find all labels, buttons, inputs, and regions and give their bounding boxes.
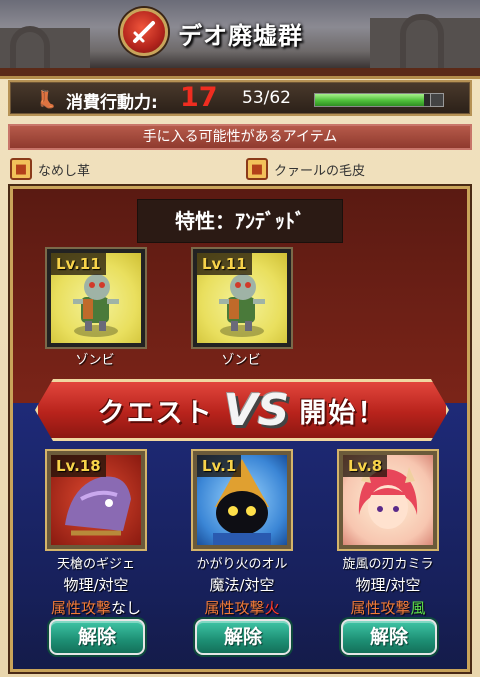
drop-item[interactable]: ■ クァールの毛皮: [246, 158, 365, 180]
party-name: 旋風の刃カミラ: [342, 557, 434, 572]
ruin-arch: [10, 26, 50, 68]
attribute-label: 属性攻撃: [204, 599, 265, 617]
party-role: 物理/対空: [63, 576, 129, 594]
attribute-value: 風: [410, 599, 426, 617]
item-label: なめし革: [38, 163, 91, 179]
party-portrait[interactable]: Lv.8: [339, 451, 437, 549]
stamina-gauge-fill: [315, 94, 425, 106]
party-info: かがり火のオル 魔法/対空 属性攻撃火: [172, 553, 312, 618]
enemy-trait: 特性：ｱﾝﾃﾞｯﾄﾞ: [137, 199, 343, 243]
attribute-value: 火: [264, 599, 280, 617]
party-role: 物理/対空: [355, 576, 421, 594]
sword-icon: [120, 8, 168, 56]
party-role: 魔法/対空: [209, 576, 275, 594]
party-attribute: 属性攻撃火: [172, 597, 312, 618]
level-tag: Lv.18: [51, 455, 106, 477]
release-button[interactable]: 解除: [49, 619, 145, 655]
attribute-value: なし: [111, 599, 142, 617]
level-tag: Lv.11: [51, 253, 106, 275]
items-header: 手に入る可能性があるアイテム: [8, 124, 472, 150]
enemy-portrait[interactable]: Lv.11: [193, 249, 291, 347]
release-button[interactable]: 解除: [341, 619, 437, 655]
party-portrait[interactable]: Lv.18: [47, 451, 145, 549]
party-info: 天槍のギジェ 物理/対空 属性攻撃なし: [26, 553, 166, 618]
stamina-label: 消費行動力:: [66, 93, 158, 113]
quest-start-label-right: 開始！: [299, 397, 387, 429]
level-tag: Lv.11: [197, 253, 252, 275]
party-attribute: 属性攻撃なし: [26, 597, 166, 618]
drop-item[interactable]: ■ なめし革: [10, 158, 90, 180]
stage-title: デオ廃墟群: [120, 4, 330, 56]
stage-title-text: デオ廃墟群: [178, 22, 303, 50]
gauge-end-cap: [430, 93, 444, 107]
level-tag: Lv.8: [343, 455, 388, 477]
party-info: 旋風の刃カミラ 物理/対空 属性攻撃風: [318, 553, 458, 618]
party-portrait[interactable]: Lv.1: [193, 451, 291, 549]
enemy-name: ゾンビ: [75, 353, 115, 368]
boot-icon: 👢: [36, 90, 58, 110]
stage-header: デオ廃墟群: [0, 0, 480, 68]
stamina-bar: 👢 消費行動力: 17 53/62: [8, 80, 472, 116]
enemy-portrait[interactable]: Lv.11: [47, 249, 145, 347]
party-attribute: 属性攻撃風: [318, 597, 458, 618]
leather-icon: ■: [10, 158, 32, 180]
item-label: クァールの毛皮: [274, 163, 366, 179]
battle-area: 特性：ｱﾝﾃﾞｯﾄﾞ Lv.11 ゾンビ Lv.11 ゾンビ クエスト VS 開…: [10, 186, 470, 672]
party-name: かがり火のオル: [196, 557, 288, 572]
quest-start-label-left: クエスト: [97, 397, 214, 429]
ruin-arch: [400, 14, 444, 68]
enemy-name: ゾンビ: [221, 353, 261, 368]
attribute-label: 属性攻撃: [50, 599, 111, 617]
stamina-current: 53/62: [242, 88, 291, 108]
fur-icon: ■: [246, 158, 268, 180]
quest-start-button[interactable]: クエスト VS 開始！: [35, 379, 449, 441]
vs-label: VS: [223, 384, 290, 436]
stamina-gauge: [314, 93, 444, 107]
attribute-label: 属性攻撃: [350, 599, 411, 617]
stamina-cost: 17: [180, 82, 218, 113]
level-tag: Lv.1: [197, 455, 242, 477]
release-button[interactable]: 解除: [195, 619, 291, 655]
party-name: 天槍のギジェ: [56, 557, 135, 572]
